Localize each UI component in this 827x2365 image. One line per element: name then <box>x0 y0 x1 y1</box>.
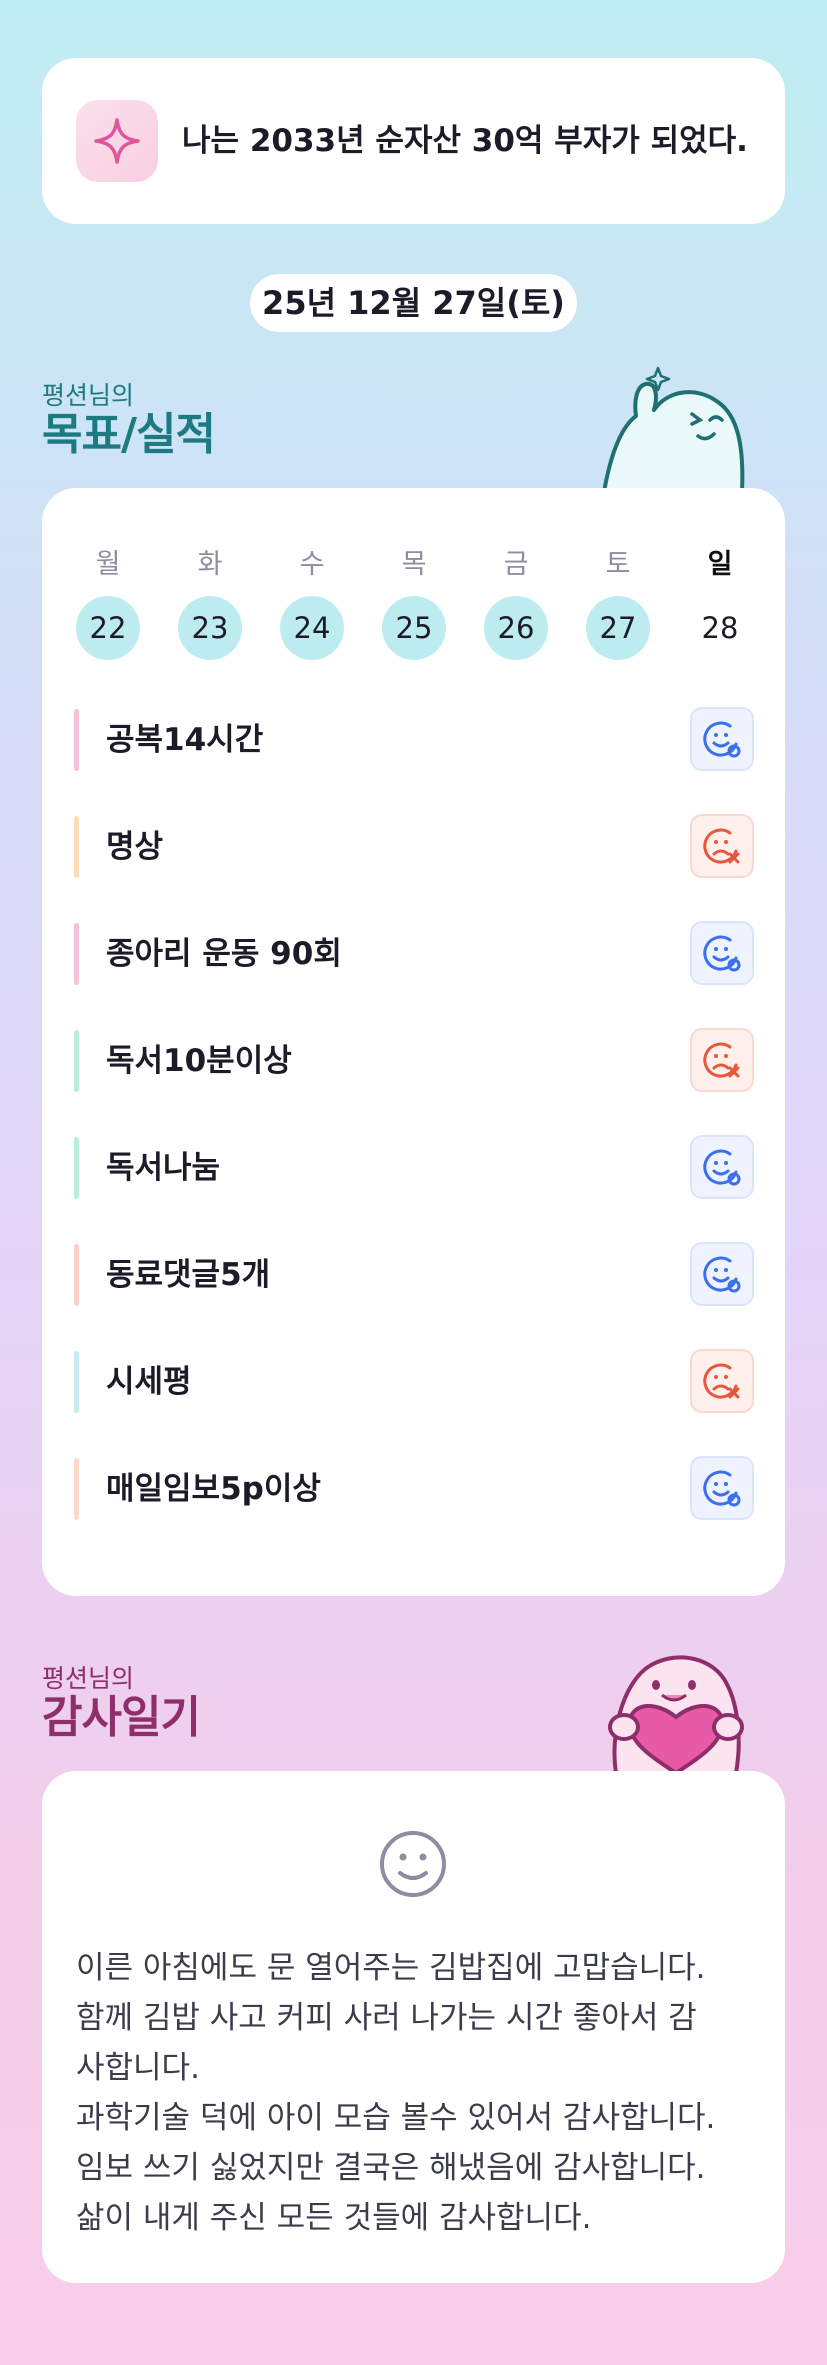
date-selector[interactable]: 25년 12월 27일(토) <box>250 274 577 332</box>
failed-status-button[interactable] <box>690 1349 754 1413</box>
smile-check-icon <box>703 1470 741 1507</box>
task-color-bar <box>74 1458 79 1520</box>
heart-mascot-icon <box>608 1655 744 1773</box>
task-label: 명상 <box>106 829 164 865</box>
task-label: 종아리 운동 90회 <box>106 936 342 972</box>
task-color-bar <box>74 816 79 878</box>
task-color-bar <box>74 1030 79 1092</box>
achieved-status-button[interactable] <box>690 1135 754 1199</box>
day-label: 수 <box>299 549 325 580</box>
task-label: 독서나눔 <box>106 1150 221 1186</box>
task-row: 공복14시간 <box>74 707 754 773</box>
sad-x-icon <box>703 1042 740 1078</box>
smile-check-icon <box>703 935 741 972</box>
task-color-bar <box>74 1137 79 1199</box>
achieved-status-button[interactable] <box>690 1242 754 1306</box>
day-label: 목 <box>401 549 427 580</box>
task-row: 독서나눔 <box>74 1135 754 1201</box>
task-color-bar <box>74 923 79 985</box>
failed-status-button[interactable] <box>690 814 754 878</box>
task-label: 시세평 <box>106 1364 192 1400</box>
smile-check-icon <box>703 721 741 758</box>
achieved-status-button[interactable] <box>690 921 754 985</box>
task-row: 종아리 운동 90회 <box>74 921 754 987</box>
diary-entry-text: 이른 아침에도 문 열어주는 김밥집에 고맙습니다. 함께 김밥 사고 커피 사… <box>76 1950 716 2236</box>
achieved-status-button[interactable] <box>690 1456 754 1520</box>
task-label: 독서10분이상 <box>106 1043 292 1079</box>
sparkle-icon <box>76 100 158 182</box>
task-label: 공복14시간 <box>106 722 264 758</box>
day-label: 금 <box>503 549 529 580</box>
day-label: 월 <box>95 549 121 580</box>
day-number: 27 <box>586 596 650 660</box>
task-row: 매일임보5p이상 <box>74 1456 754 1522</box>
day-number: 25 <box>382 596 446 660</box>
task-color-bar <box>74 1351 79 1413</box>
sad-x-icon <box>703 828 740 864</box>
day-number: 23 <box>178 596 242 660</box>
task-row: 독서10분이상 <box>74 1028 754 1094</box>
tracker-title: 목표/실적 <box>42 409 216 460</box>
task-row: 동료댓글5개 <box>74 1242 754 1308</box>
task-color-bar <box>74 709 79 771</box>
task-label: 매일임보5p이상 <box>106 1471 321 1507</box>
day-number: 26 <box>484 596 548 660</box>
goal-tracker-card: 월 22 화 23 수 24 목 25 금 26 토 27 일 28 공복14시… <box>42 488 785 1596</box>
day-number: 28 <box>701 611 739 645</box>
failed-status-button[interactable] <box>690 1028 754 1092</box>
diary-title: 감사일기 <box>42 1692 201 1743</box>
goal-card[interactable]: 나는 2033년 순자산 30억 부자가 되었다. <box>42 58 785 224</box>
achieved-status-button[interactable] <box>690 707 754 771</box>
ghost-mascot-icon <box>602 366 745 492</box>
smile-check-icon <box>703 1149 741 1186</box>
day-label: 일 <box>707 549 733 580</box>
smile-check-icon <box>703 1256 741 1293</box>
sad-x-icon <box>703 1363 740 1399</box>
day-number: 22 <box>76 596 140 660</box>
day-label: 토 <box>605 549 631 580</box>
smiley-icon <box>380 1831 446 1897</box>
task-label: 동료댓글5개 <box>106 1257 271 1293</box>
day-number: 24 <box>280 596 344 660</box>
task-row: 명상 <box>74 814 754 880</box>
task-row: 시세평 <box>74 1349 754 1415</box>
day-label: 화 <box>197 549 223 580</box>
task-color-bar <box>74 1244 79 1306</box>
gratitude-diary-card[interactable]: 이른 아침에도 문 열어주는 김밥집에 고맙습니다. 함께 김밥 사고 커피 사… <box>42 1771 785 2283</box>
goal-text: 나는 2033년 순자산 30억 부자가 되었다. <box>182 123 748 159</box>
